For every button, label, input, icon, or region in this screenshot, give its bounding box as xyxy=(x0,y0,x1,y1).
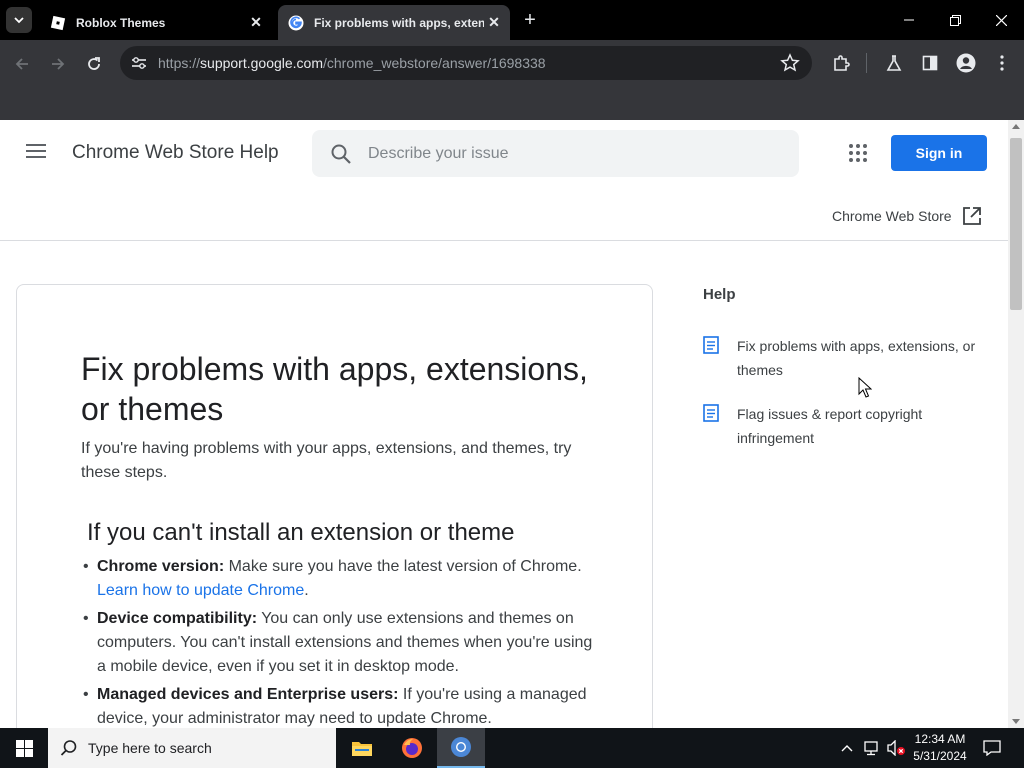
google-icon xyxy=(288,15,304,30)
mouse-cursor-icon xyxy=(858,377,872,398)
avatar-icon xyxy=(956,53,976,73)
article-title: Fix problems with apps, extensions, or t… xyxy=(81,351,588,427)
show-hidden-icons-button[interactable] xyxy=(838,728,856,768)
side-panel-icon xyxy=(922,55,938,71)
address-bar[interactable]: https://support.google.com/chrome_websto… xyxy=(120,46,812,80)
profile-button[interactable] xyxy=(955,52,977,74)
article-card: Fix problems with apps, extensions, or t… xyxy=(16,284,653,728)
network-icon xyxy=(864,741,878,756)
roblox-icon xyxy=(50,15,66,30)
clock-time: 12:34 AM xyxy=(914,732,966,746)
article-icon xyxy=(703,404,719,422)
article-intro: If you're having problems with your apps… xyxy=(81,440,572,481)
article-icon xyxy=(703,336,719,354)
sidebar-item-fix-problems[interactable]: Fix problems with apps, extensions, or t… xyxy=(703,334,993,382)
search-icon xyxy=(60,740,77,756)
toolbar-divider xyxy=(866,53,867,73)
file-explorer-button[interactable] xyxy=(338,728,386,768)
clock-date: 5/31/2024 xyxy=(913,749,967,763)
open-in-new-icon xyxy=(962,207,981,225)
notifications-button[interactable] xyxy=(978,728,1006,768)
minimize-icon xyxy=(904,19,914,21)
chrome-web-store-link[interactable]: Chrome Web Store xyxy=(832,206,982,226)
search-icon xyxy=(331,144,351,164)
arrow-left-icon xyxy=(15,58,28,70)
new-tab-button[interactable]: + xyxy=(518,9,542,33)
reload-button[interactable] xyxy=(81,51,107,77)
browser-toolbar: https://support.google.com/chrome_websto… xyxy=(0,40,1024,120)
scroll-up-icon[interactable] xyxy=(1012,124,1020,129)
scrollbar-thumb[interactable] xyxy=(1010,138,1022,310)
forward-button[interactable] xyxy=(45,51,71,77)
windows-taskbar: Type here to search 12:34 AM 5/31/2024 xyxy=(0,728,1024,768)
url-text: https://support.google.com/chrome_websto… xyxy=(158,55,546,71)
taskbar-search-placeholder: Type here to search xyxy=(88,740,212,756)
extensions-button[interactable] xyxy=(830,52,852,74)
list-item: Chrome version: Make sure you have the l… xyxy=(81,555,601,603)
back-button[interactable] xyxy=(9,51,35,77)
cws-link-label: Chrome Web Store xyxy=(832,208,952,224)
tab-title: Roblox Themes xyxy=(76,15,166,30)
labs-button[interactable] xyxy=(883,52,905,74)
windows-logo-icon xyxy=(15,739,33,757)
sidebar-item-label: Flag issues & report copyright infringem… xyxy=(737,406,923,446)
system-clock[interactable]: 12:34 AM 5/31/2024 xyxy=(908,731,972,765)
restore-icon xyxy=(949,14,961,26)
close-icon xyxy=(995,14,1007,26)
arrow-right-icon xyxy=(52,58,65,70)
sidebar-item-label: Fix problems with apps, extensions, or t… xyxy=(737,338,976,378)
scroll-down-icon[interactable] xyxy=(1012,719,1020,724)
troubleshoot-list: Chrome version: Make sure you have the l… xyxy=(81,555,601,728)
close-window-button[interactable] xyxy=(978,0,1024,40)
chevron-up-icon xyxy=(841,745,853,752)
section-heading: If you can't install an extension or the… xyxy=(87,519,515,546)
tab-close-icon[interactable]: ✕ xyxy=(484,14,504,31)
more-vert-icon xyxy=(1000,55,1004,71)
reload-icon xyxy=(88,57,100,70)
sidebar-heading: Help xyxy=(703,286,736,303)
google-apps-icon[interactable] xyxy=(849,144,867,162)
folder-icon xyxy=(352,742,372,756)
firefox-icon xyxy=(402,738,422,758)
tab-roblox-themes[interactable]: Roblox Themes ✕ xyxy=(40,5,272,40)
tab-fix-problems[interactable]: Fix problems with apps, extensions, or t… xyxy=(278,5,510,40)
speaker-muted-icon xyxy=(887,740,905,756)
browser-menu-button[interactable] xyxy=(991,52,1013,74)
help-center-title[interactable]: Chrome Web Store Help xyxy=(72,142,279,164)
volume-button[interactable] xyxy=(884,728,908,768)
network-button[interactable] xyxy=(860,728,882,768)
search-input[interactable] xyxy=(368,144,768,163)
notification-icon xyxy=(983,740,1001,756)
tab-title: Fix problems with apps, extensions, or t… xyxy=(314,15,484,30)
site-info-icon[interactable] xyxy=(130,54,148,72)
help-search-box[interactable] xyxy=(312,130,799,177)
tab-search-button[interactable] xyxy=(6,7,32,33)
chrome-button[interactable] xyxy=(437,728,485,768)
minimize-button[interactable] xyxy=(886,0,932,40)
flask-icon xyxy=(886,55,902,71)
page-scrollbar[interactable] xyxy=(1008,120,1024,728)
list-item: Managed devices and Enterprise users: If… xyxy=(81,683,601,728)
taskbar-search[interactable]: Type here to search xyxy=(48,728,336,768)
tab-close-icon[interactable]: ✕ xyxy=(246,14,266,31)
bookmark-star-icon[interactable] xyxy=(780,53,800,73)
update-chrome-link[interactable]: Learn how to update Chrome xyxy=(97,582,304,599)
start-button[interactable] xyxy=(0,728,48,768)
chevron-down-icon xyxy=(14,17,24,24)
sign-in-button[interactable]: Sign in xyxy=(891,135,987,171)
chrome-icon xyxy=(451,737,471,757)
header-divider xyxy=(0,240,1008,241)
browser-titlebar: Roblox Themes ✕ Fix problems with apps, … xyxy=(0,0,1024,40)
list-item: Device compatibility: You can only use e… xyxy=(81,607,601,679)
side-panel-button[interactable] xyxy=(919,52,941,74)
puzzle-icon xyxy=(834,55,850,71)
main-menu-icon[interactable] xyxy=(26,144,46,160)
web-page: Chrome Web Store Help Sign in Chrome Web… xyxy=(0,120,1008,728)
restore-button[interactable] xyxy=(932,0,978,40)
firefox-button[interactable] xyxy=(388,728,436,768)
sidebar-item-flag-issues[interactable]: Flag issues & report copyright infringem… xyxy=(703,402,993,450)
